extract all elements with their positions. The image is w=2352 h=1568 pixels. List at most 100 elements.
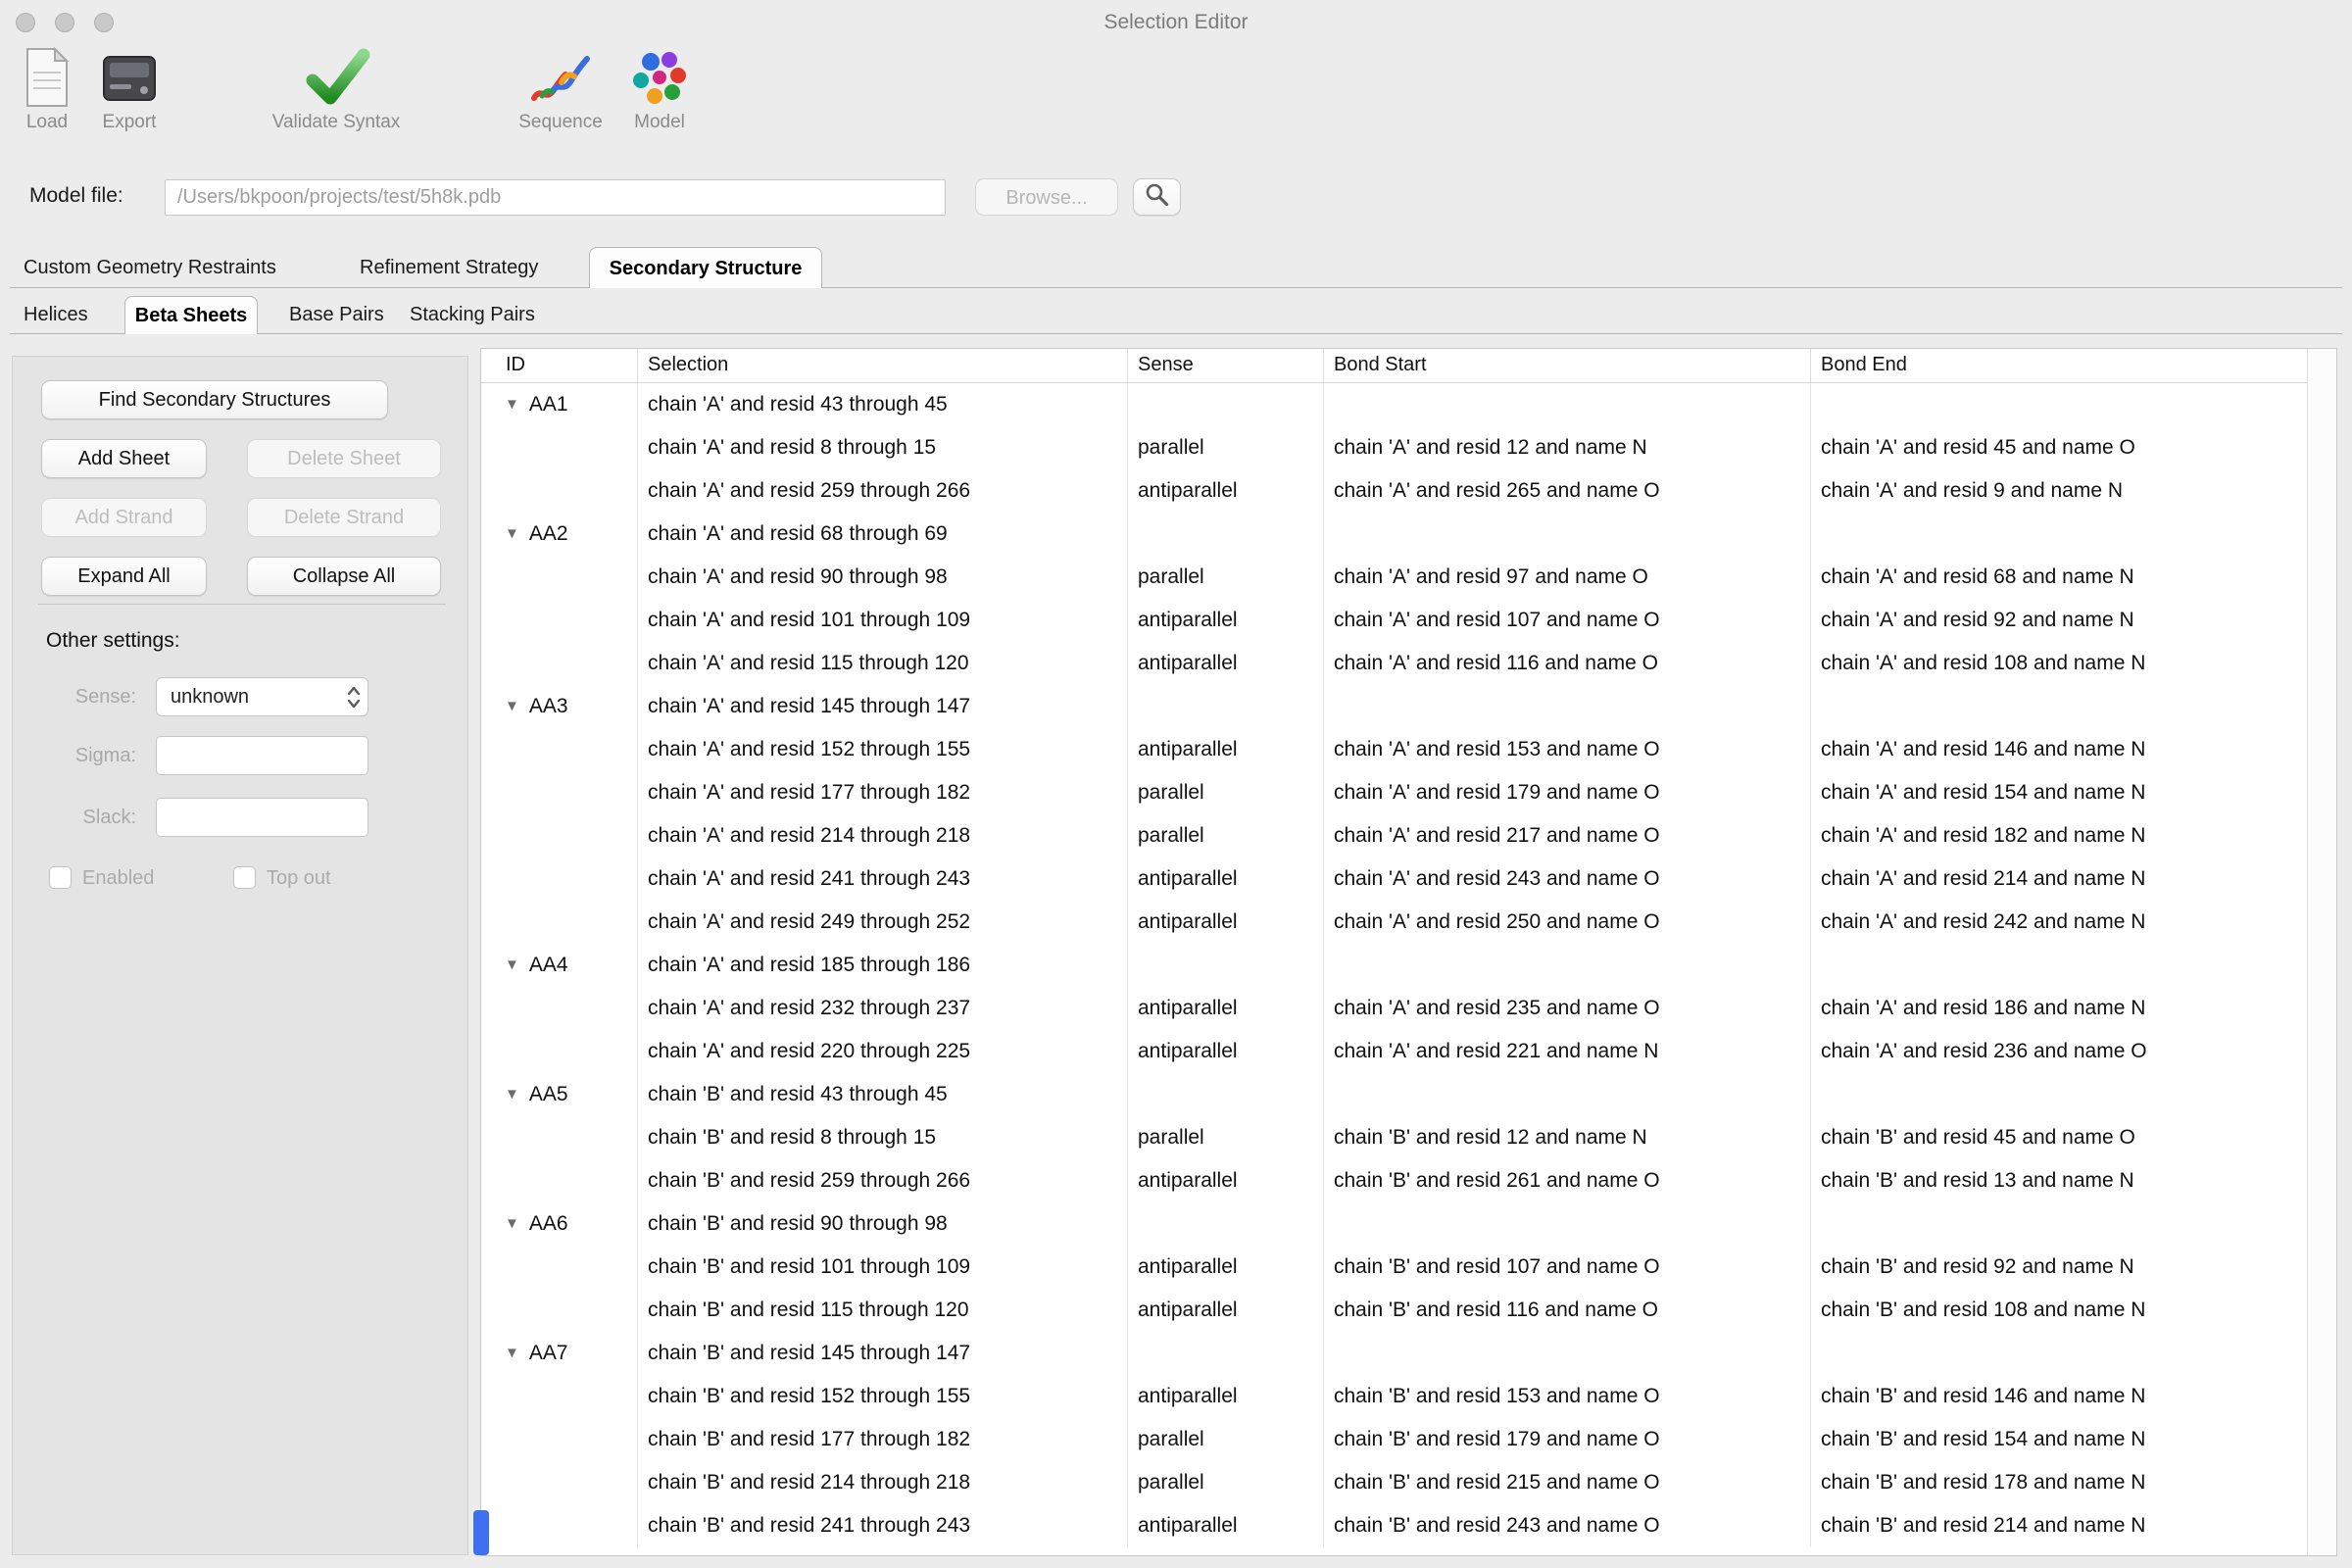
disclosure-triangle-icon[interactable]: ▼ xyxy=(505,383,519,426)
strand-row[interactable]: chain 'B' and resid 214 through 218paral… xyxy=(481,1461,2336,1504)
bond-end-cell: chain 'B' and resid 178 and name N xyxy=(1811,1461,2307,1504)
top-out-label: Top out xyxy=(267,863,331,893)
search-button[interactable] xyxy=(1133,178,1181,216)
tab-secondary-structure[interactable]: Secondary Structure xyxy=(589,247,822,288)
bond-end-cell: chain 'A' and resid 92 and name N xyxy=(1811,599,2307,642)
enabled-checkbox[interactable] xyxy=(49,866,72,889)
export-button[interactable]: Export xyxy=(94,45,165,133)
sheet-row[interactable]: ▼AA5chain 'B' and resid 43 through 45 xyxy=(481,1073,2336,1116)
model-button[interactable]: Model xyxy=(617,45,702,133)
sheet-row[interactable]: ▼AA1chain 'A' and resid 43 through 45 xyxy=(481,383,2336,426)
delete-strand-button[interactable]: Delete Strand xyxy=(247,498,441,537)
column-header-id[interactable]: ID xyxy=(481,349,638,382)
add-sheet-button[interactable]: Add Sheet xyxy=(41,439,207,478)
strand-row[interactable]: chain 'B' and resid 259 through 266antip… xyxy=(481,1159,2336,1202)
subtab-stacking-pairs[interactable]: Stacking Pairs xyxy=(410,296,535,333)
sheet-row[interactable]: ▼AA4chain 'A' and resid 185 through 186 xyxy=(481,944,2336,987)
bond-end-cell: chain 'A' and resid 45 and name O xyxy=(1811,426,2307,469)
bond-start-cell: chain 'A' and resid 12 and name N xyxy=(1324,426,1811,469)
id-cell xyxy=(481,1461,638,1504)
selection-cell: chain 'B' and resid 145 through 147 xyxy=(638,1332,1128,1375)
strand-row[interactable]: chain 'B' and resid 8 through 15parallel… xyxy=(481,1116,2336,1159)
column-header-bond-end[interactable]: Bond End xyxy=(1811,349,2307,382)
strand-row[interactable]: chain 'A' and resid 152 through 155antip… xyxy=(481,728,2336,771)
slack-input[interactable] xyxy=(156,798,368,837)
column-header-bond-start[interactable]: Bond Start xyxy=(1324,349,1811,382)
strand-row[interactable]: chain 'A' and resid 241 through 243antip… xyxy=(481,858,2336,901)
load-button[interactable]: Load xyxy=(16,45,78,133)
export-label: Export xyxy=(103,112,157,133)
tab-custom-geometry-restraints[interactable]: Custom Geometry Restraints xyxy=(24,247,276,288)
strand-row[interactable]: chain 'A' and resid 101 through 109antip… xyxy=(481,599,2336,642)
sense-cell: antiparallel xyxy=(1128,1375,1324,1418)
bond-end-cell: chain 'B' and resid 92 and name N xyxy=(1811,1246,2307,1289)
expand-all-button[interactable]: Expand All xyxy=(41,557,207,596)
id-cell xyxy=(481,728,638,771)
id-cell xyxy=(481,987,638,1030)
sheet-row[interactable]: ▼AA6chain 'B' and resid 90 through 98 xyxy=(481,1202,2336,1246)
selection-cell: chain 'A' and resid 145 through 147 xyxy=(638,685,1128,728)
strand-row[interactable]: chain 'B' and resid 101 through 109antip… xyxy=(481,1246,2336,1289)
sense-value: unknown xyxy=(171,678,249,715)
strand-row[interactable]: chain 'A' and resid 177 through 182paral… xyxy=(481,771,2336,814)
top-out-checkbox[interactable] xyxy=(233,866,256,889)
bond-end-cell: chain 'A' and resid 182 and name N xyxy=(1811,814,2307,858)
strand-row[interactable]: chain 'B' and resid 177 through 182paral… xyxy=(481,1418,2336,1461)
sense-cell: parallel xyxy=(1128,771,1324,814)
strand-row[interactable]: chain 'A' and resid 232 through 237antip… xyxy=(481,987,2336,1030)
bond-end-cell xyxy=(1811,383,2307,426)
disclosure-triangle-icon[interactable]: ▼ xyxy=(505,1332,519,1375)
strand-row[interactable]: chain 'A' and resid 259 through 266antip… xyxy=(481,469,2336,513)
strand-row[interactable]: chain 'B' and resid 241 through 243antip… xyxy=(481,1504,2336,1547)
sense-cell: antiparallel xyxy=(1128,1289,1324,1332)
sheet-row[interactable]: ▼AA7chain 'B' and resid 145 through 147 xyxy=(481,1332,2336,1375)
subtab-base-pairs[interactable]: Base Pairs xyxy=(289,296,384,333)
sense-cell: antiparallel xyxy=(1128,901,1324,944)
disclosure-triangle-icon[interactable]: ▼ xyxy=(505,513,519,556)
sense-cell: antiparallel xyxy=(1128,728,1324,771)
disclosure-triangle-icon[interactable]: ▼ xyxy=(505,1202,519,1246)
subtab-helices[interactable]: Helices xyxy=(24,296,88,333)
bond-start-cell: chain 'B' and resid 107 and name O xyxy=(1324,1246,1811,1289)
sheet-row[interactable]: ▼AA3chain 'A' and resid 145 through 147 xyxy=(481,685,2336,728)
strand-row[interactable]: chain 'B' and resid 115 through 120antip… xyxy=(481,1289,2336,1332)
strand-row[interactable]: chain 'A' and resid 249 through 252antip… xyxy=(481,901,2336,944)
strand-row[interactable]: chain 'B' and resid 152 through 155antip… xyxy=(481,1375,2336,1418)
stepper-arrows-icon[interactable] xyxy=(345,684,363,715)
column-header-selection[interactable]: Selection xyxy=(638,349,1128,382)
find-secondary-structures-button[interactable]: Find Secondary Structures xyxy=(41,380,388,419)
column-header-sense[interactable]: Sense xyxy=(1128,349,1324,382)
add-strand-button[interactable]: Add Strand xyxy=(41,498,207,537)
sense-cell: antiparallel xyxy=(1128,1246,1324,1289)
strand-row[interactable]: chain 'A' and resid 90 through 98paralle… xyxy=(481,556,2336,599)
strand-row[interactable]: chain 'A' and resid 115 through 120antip… xyxy=(481,642,2336,685)
id-cell xyxy=(481,642,638,685)
id-cell: ▼AA4 xyxy=(481,944,638,987)
id-cell xyxy=(481,1375,638,1418)
bond-start-cell: chain 'B' and resid 215 and name O xyxy=(1324,1461,1811,1504)
strand-row[interactable]: chain 'A' and resid 220 through 225antip… xyxy=(481,1030,2336,1073)
sequence-button[interactable]: Sequence xyxy=(500,45,621,133)
sigma-input[interactable] xyxy=(156,736,368,775)
tab-refinement-strategy[interactable]: Refinement Strategy xyxy=(360,247,538,288)
sense-dropdown[interactable]: unknown xyxy=(156,677,368,716)
browse-button[interactable]: Browse... xyxy=(975,178,1118,216)
sense-cell: antiparallel xyxy=(1128,987,1324,1030)
disclosure-triangle-icon[interactable]: ▼ xyxy=(505,1073,519,1116)
disclosure-triangle-icon[interactable]: ▼ xyxy=(505,685,519,728)
other-settings-heading: Other settings: xyxy=(46,629,180,653)
strand-row[interactable]: chain 'A' and resid 214 through 218paral… xyxy=(481,814,2336,858)
model-file-input[interactable] xyxy=(165,179,946,216)
validate-syntax-button[interactable]: Validate Syntax xyxy=(253,45,419,133)
scroll-indicator[interactable] xyxy=(473,1510,489,1555)
subtab-beta-sheets[interactable]: Beta Sheets xyxy=(124,296,258,334)
sense-cell: antiparallel xyxy=(1128,599,1324,642)
vertical-scrollbar[interactable] xyxy=(2307,349,2336,1555)
bond-end-cell: chain 'A' and resid 214 and name N xyxy=(1811,858,2307,901)
disclosure-triangle-icon[interactable]: ▼ xyxy=(505,944,519,987)
selection-cell: chain 'A' and resid 90 through 98 xyxy=(638,556,1128,599)
strand-row[interactable]: chain 'A' and resid 8 through 15parallel… xyxy=(481,426,2336,469)
collapse-all-button[interactable]: Collapse All xyxy=(247,557,441,596)
delete-sheet-button[interactable]: Delete Sheet xyxy=(247,439,441,478)
sheet-row[interactable]: ▼AA2chain 'A' and resid 68 through 69 xyxy=(481,513,2336,556)
